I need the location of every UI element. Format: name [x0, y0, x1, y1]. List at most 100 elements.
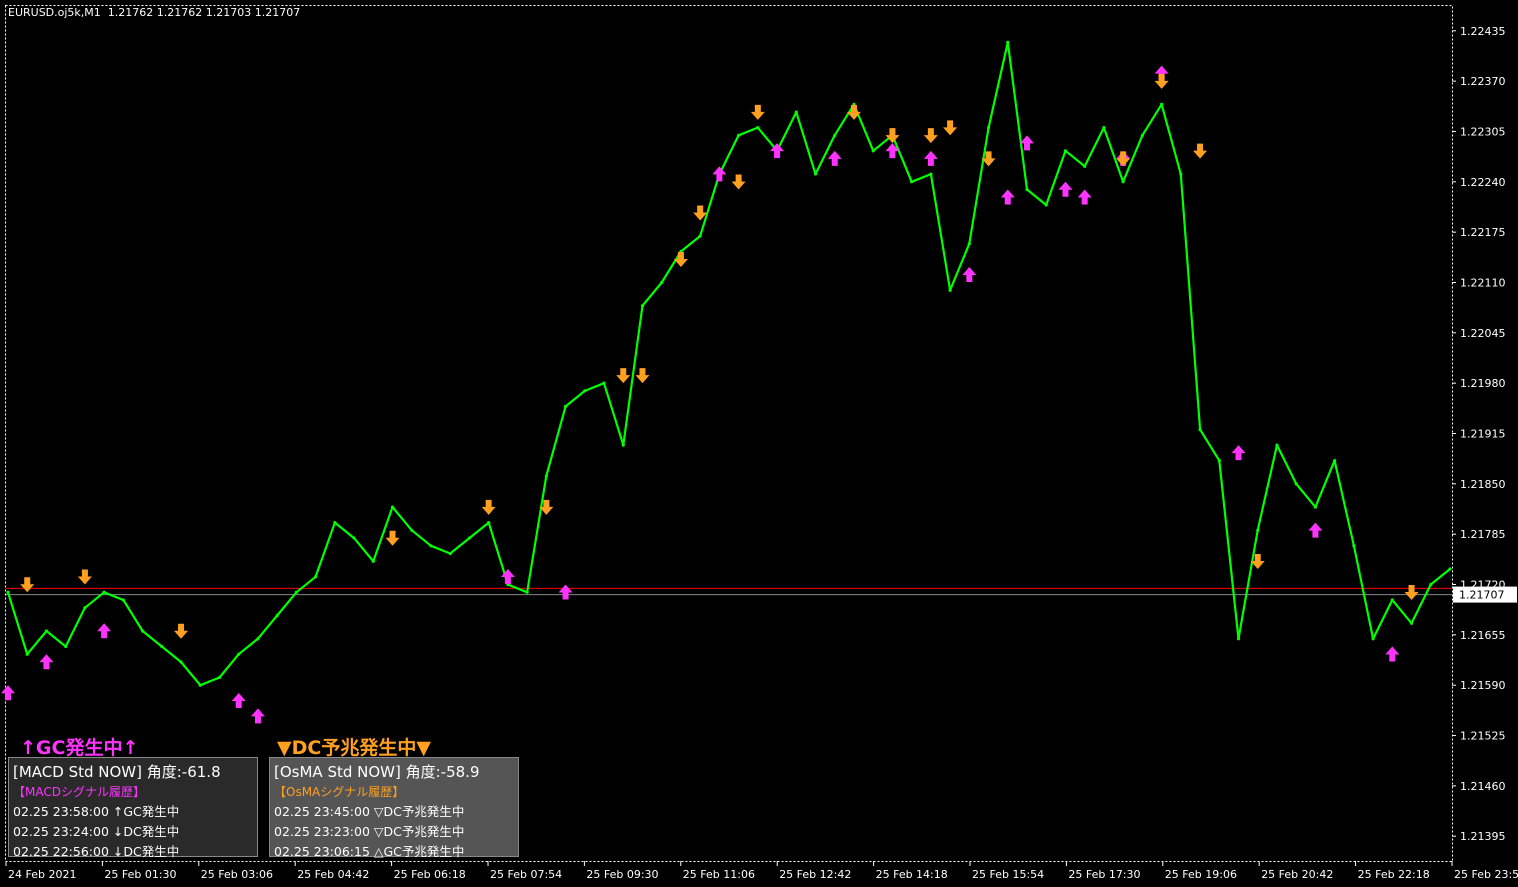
x-tick-label: 25 Feb 19:06	[1165, 868, 1237, 881]
price-point	[44, 629, 49, 633]
sell-arrow-icon	[1154, 73, 1169, 89]
price-point	[256, 637, 260, 641]
price-point	[756, 125, 760, 130]
price-point	[1044, 203, 1048, 207]
price-point	[544, 474, 548, 478]
price-point	[833, 133, 837, 137]
price-point	[6, 590, 10, 594]
y-tick-label: 1.21525	[1460, 730, 1506, 743]
y-tick-label: 1.21850	[1460, 478, 1506, 491]
price-point	[429, 544, 433, 548]
price-point	[1160, 102, 1164, 106]
price-point	[1140, 133, 1144, 137]
sell-arrow-icon	[885, 128, 900, 144]
sell-arrow-icon	[174, 623, 189, 639]
price-point	[1083, 164, 1087, 168]
sell-arrow-icon	[1193, 143, 1208, 159]
x-tick-label: 25 Feb 12:42	[779, 868, 851, 881]
price-point	[237, 652, 241, 656]
price-point	[1063, 149, 1068, 153]
current-price-label: 1.21707	[1459, 589, 1505, 602]
symbol-title: EURUSD.oj5k,M1 1.21762 1.21762 1.21703 1…	[8, 6, 301, 19]
price-point	[1352, 544, 1356, 548]
price-point	[294, 590, 298, 594]
price-point	[1409, 621, 1414, 625]
price-point	[275, 613, 279, 618]
gc-status-label: ↑GC発生中↑	[20, 737, 139, 759]
price-chart: 1.22435 1.22370 1.22305 1.22240 1.22175 1.221…	[1, 5, 1518, 881]
price-point	[1256, 528, 1260, 532]
price-point	[583, 389, 587, 393]
price-point	[217, 675, 222, 680]
osma-panel-header: [OsMA Std NOW] 角度:-58.9	[274, 763, 480, 781]
price-point	[371, 559, 375, 563]
sell-arrow-icon	[731, 174, 746, 190]
price-point	[948, 288, 952, 292]
macd-panel-subheader: 【MACDシグナル履歴】	[13, 785, 145, 799]
y-tick-label: 1.21785	[1460, 528, 1506, 541]
price-point	[467, 536, 472, 540]
price-point	[140, 629, 145, 633]
osma-panel-subheader: 【OsMAシグナル履歴】	[274, 785, 405, 799]
buy-arrow-icon	[250, 708, 265, 724]
x-tick-label: 25 Feb 03:06	[201, 868, 273, 881]
price-point	[910, 180, 914, 184]
price-point	[487, 520, 491, 525]
macd-history-row: 02.25 22:56:00 ↓DC発生中	[13, 844, 180, 859]
sell-arrow-icon	[635, 368, 650, 384]
buy-arrow-icon	[712, 166, 727, 182]
macd-history-row: 02.25 23:58:00 ↑GC発生中	[13, 804, 180, 819]
sell-arrow-icon	[923, 128, 938, 144]
price-point	[83, 606, 87, 610]
price-point	[640, 304, 645, 308]
sell-arrow-icon	[750, 104, 765, 120]
buy-arrow-icon	[558, 584, 573, 600]
buy-arrow-icon	[39, 654, 54, 670]
price-point	[1217, 459, 1221, 463]
price-point	[102, 590, 106, 594]
price-point	[314, 575, 318, 579]
osma-history-row: 02.25 23:45:00 ▽DC予兆発生中	[274, 804, 465, 819]
y-tick-label: 1.22435	[1460, 25, 1506, 38]
price-point	[1102, 125, 1106, 130]
price-point	[1371, 637, 1375, 641]
price-point	[1333, 459, 1337, 463]
osma-history-row: 02.25 23:23:00 ▽DC予兆発生中	[274, 824, 465, 839]
x-tick-label: 25 Feb 22:18	[1358, 868, 1430, 881]
sell-arrow-icon	[481, 499, 496, 515]
buy-arrow-icon	[1077, 189, 1092, 205]
price-point	[1198, 428, 1202, 432]
price-point	[1179, 172, 1183, 176]
x-tick-label: 25 Feb 06:18	[394, 868, 466, 881]
buy-arrow-icon	[827, 150, 842, 166]
price-point	[1313, 505, 1318, 509]
x-tick-label: 25 Feb 07:54	[490, 868, 562, 881]
y-tick-label: 1.22240	[1460, 176, 1506, 189]
price-point	[121, 598, 125, 602]
sell-arrow-icon	[385, 530, 400, 546]
x-tick-label: 25 Feb 11:06	[683, 868, 755, 881]
price-point	[871, 149, 875, 153]
x-tick-label: 25 Feb 23:54	[1454, 868, 1518, 881]
price-point	[198, 683, 202, 687]
price-point	[929, 172, 933, 176]
buy-arrow-icon	[97, 623, 112, 639]
y-tick-label: 1.22175	[1460, 226, 1506, 239]
macd-signal-panel: [MACD Std NOW] 角度:-61.8 【MACDシグナル履歴】 02.…	[8, 757, 258, 859]
sell-arrow-icon	[77, 569, 92, 585]
sell-arrow-icon	[616, 368, 631, 384]
price-point	[410, 528, 414, 532]
price-point	[813, 172, 818, 176]
price-point	[621, 443, 625, 447]
y-tick-label: 1.21980	[1460, 377, 1506, 390]
sell-arrow-icon	[1116, 151, 1131, 167]
x-tick-label: 25 Feb 15:54	[972, 868, 1044, 881]
buy-arrow-icon	[1058, 181, 1073, 197]
sell-arrow-icon	[20, 577, 35, 593]
price-point	[967, 242, 971, 246]
plot-border	[5, 5, 1453, 862]
price-point	[1275, 443, 1279, 447]
x-tick-label: 25 Feb 04:42	[297, 868, 369, 881]
x-tick-label: 25 Feb 09:30	[586, 868, 658, 881]
price-point	[737, 133, 741, 137]
